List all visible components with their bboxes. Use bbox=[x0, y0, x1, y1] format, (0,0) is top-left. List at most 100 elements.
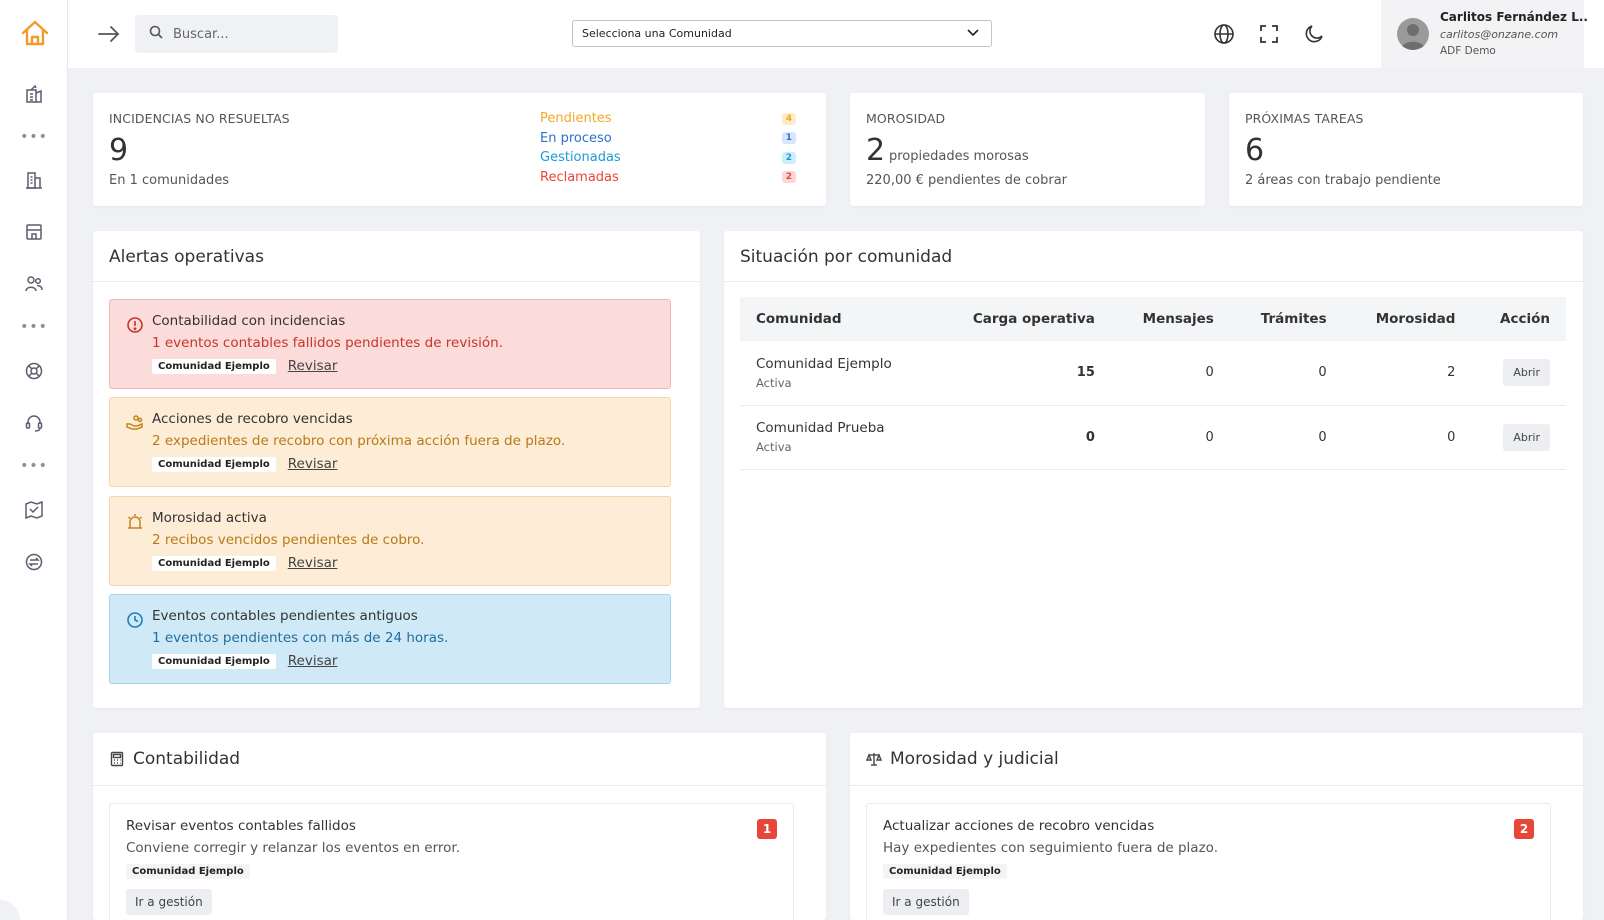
status-row-en-proceso[interactable]: En proceso 1 bbox=[540, 129, 796, 149]
user-org: ADF Demo bbox=[1440, 45, 1496, 57]
judicial-card: Morosidad y judicial Actualizar acciones… bbox=[850, 733, 1583, 920]
status-count-badge: 2 bbox=[781, 151, 796, 164]
user-menu[interactable]: Carlitos Fernández L.. carlitos@onzane.c… bbox=[1381, 0, 1588, 68]
divider bbox=[724, 281, 1583, 282]
status-count-badge: 4 bbox=[781, 112, 796, 125]
map-icon[interactable] bbox=[21, 497, 47, 523]
globe-icon[interactable] bbox=[1212, 22, 1236, 46]
kpi-label: INCIDENCIAS NO RESUELTAS bbox=[109, 111, 290, 126]
alert-title: Contabilidad con incidencias bbox=[152, 313, 346, 329]
community-tag: Comunidad Ejemplo bbox=[152, 456, 276, 472]
task-item: Actualizar acciones de recobro vencidas … bbox=[866, 803, 1551, 920]
review-link[interactable]: Revisar bbox=[288, 358, 338, 374]
task-description: Conviene corregir y relanzar los eventos… bbox=[126, 840, 461, 856]
building-icon[interactable] bbox=[21, 167, 47, 193]
column-header[interactable]: Trámites bbox=[1229, 297, 1343, 341]
action-cell: Abrir bbox=[1471, 405, 1566, 470]
chevron-down-icon bbox=[967, 27, 979, 40]
kpi-label: MOROSIDAD bbox=[866, 111, 946, 126]
alert-item: Eventos contables pendientes antiguos 1 … bbox=[109, 594, 671, 684]
community-name: Comunidad Ejemplo bbox=[756, 355, 892, 372]
column-header[interactable]: Carga operativa bbox=[933, 297, 1111, 341]
lifebuoy-icon[interactable] bbox=[21, 358, 47, 384]
clock-icon bbox=[126, 611, 144, 629]
store-icon[interactable] bbox=[21, 219, 47, 245]
community-select-value: Selecciona una Comunidad bbox=[582, 27, 732, 40]
topbar: Selecciona una Comunidad Carlitos Fernán… bbox=[68, 0, 1604, 68]
exchange-circle-icon[interactable] bbox=[21, 549, 47, 575]
alert-meta: Comunidad Ejemplo Revisar bbox=[152, 358, 337, 374]
section-title: Morosidad y judicial bbox=[890, 749, 1059, 769]
community-status-card: Situación por comunidad Comunidad Carga … bbox=[724, 231, 1583, 708]
community-tag: Comunidad Ejemplo bbox=[152, 653, 276, 669]
alert-item: Acciones de recobro vencidas 2 expedient… bbox=[109, 397, 671, 487]
alert-item: Contabilidad con incidencias 1 eventos c… bbox=[109, 299, 671, 389]
review-link[interactable]: Revisar bbox=[288, 456, 338, 472]
status-label: Gestionadas bbox=[540, 150, 621, 166]
alert-title: Eventos contables pendientes antiguos bbox=[152, 608, 418, 624]
community-table: Comunidad Carga operativa Mensajes Trámi… bbox=[740, 297, 1566, 470]
open-button[interactable]: Abrir bbox=[1503, 359, 1550, 387]
more-dots-icon: ••• bbox=[20, 129, 48, 145]
status-count-badge: 1 bbox=[781, 132, 796, 145]
task-title: Actualizar acciones de recobro vencidas bbox=[883, 818, 1155, 834]
review-link[interactable]: Revisar bbox=[288, 555, 338, 571]
hand-coins-icon bbox=[126, 414, 144, 432]
column-header[interactable]: Mensajes bbox=[1110, 297, 1230, 341]
card-title: Situación por comunidad bbox=[740, 247, 953, 267]
kpi-inline-text: propiedades morosas bbox=[889, 149, 1029, 164]
community-status: Activa bbox=[756, 440, 792, 454]
kpi-label: PRÓXIMAS TAREAS bbox=[1245, 111, 1364, 126]
status-row-pendientes[interactable]: Pendientes 4 bbox=[540, 109, 796, 129]
column-header[interactable]: Morosidad bbox=[1342, 297, 1472, 341]
kpi-sub: En 1 comunidades bbox=[109, 173, 230, 188]
community-cell: Comunidad Prueba Activa bbox=[740, 405, 934, 470]
community-cell: Comunidad Ejemplo Activa bbox=[740, 341, 934, 406]
status-row-reclamadas[interactable]: Reclamadas 2 bbox=[540, 168, 796, 188]
search-box[interactable] bbox=[135, 15, 338, 53]
alert-meta: Comunidad Ejemplo Revisar bbox=[152, 555, 337, 571]
kpi-tareas-card: PRÓXIMAS TAREAS 6 2 áreas con trabajo pe… bbox=[1229, 93, 1583, 206]
task-description: Hay expedientes con seguimiento fuera de… bbox=[883, 840, 1218, 856]
alert-title: Acciones de recobro vencidas bbox=[152, 411, 353, 427]
alert-meta: Comunidad Ejemplo Revisar bbox=[152, 653, 337, 669]
mensajes-cell: 0 bbox=[1110, 341, 1230, 406]
go-to-management-button[interactable]: Ir a gestión bbox=[883, 889, 969, 915]
carga-cell: 0 bbox=[933, 405, 1111, 470]
morosidad-cell: 2 bbox=[1342, 341, 1472, 406]
fullscreen-icon[interactable] bbox=[1257, 22, 1281, 46]
home-logo-icon[interactable] bbox=[20, 18, 50, 48]
open-button[interactable]: Abrir bbox=[1503, 423, 1550, 451]
search-input[interactable] bbox=[173, 26, 323, 42]
community-name: Comunidad Prueba bbox=[756, 420, 885, 436]
community-tag: Comunidad Ejemplo bbox=[152, 358, 276, 374]
alert-title: Morosidad activa bbox=[152, 510, 267, 526]
calculator-icon bbox=[109, 751, 125, 767]
tramites-cell: 0 bbox=[1229, 341, 1343, 406]
task-item: Revisar eventos contables fallidos Convi… bbox=[109, 803, 794, 920]
community-status: Activa bbox=[756, 375, 792, 390]
go-to-management-button[interactable]: Ir a gestión bbox=[126, 889, 212, 915]
column-header: Acción bbox=[1471, 297, 1566, 341]
review-link[interactable]: Revisar bbox=[288, 653, 338, 669]
community-tag: Comunidad Ejemplo bbox=[126, 864, 250, 879]
status-row-gestionadas[interactable]: Gestionadas 2 bbox=[540, 148, 796, 168]
divider bbox=[93, 785, 826, 786]
contabilidad-card: Contabilidad Revisar eventos contables f… bbox=[93, 733, 826, 920]
status-count-badge: 2 bbox=[781, 171, 796, 184]
table-row: Comunidad Ejemplo Activa 15 0 0 2 Abrir bbox=[740, 341, 1566, 406]
users-icon[interactable] bbox=[21, 271, 47, 297]
moon-icon[interactable] bbox=[1302, 22, 1326, 46]
user-name: Carlitos Fernández L.. bbox=[1440, 10, 1588, 24]
alarm-icon bbox=[126, 513, 144, 531]
section-title: Contabilidad bbox=[133, 749, 241, 769]
community-select[interactable]: Selecciona una Comunidad bbox=[572, 20, 992, 47]
alerts-card: Alertas operativas Contabilidad con inci… bbox=[93, 231, 700, 708]
alert-description: 1 eventos contables fallidos pendientes … bbox=[152, 335, 503, 351]
community-tag: Comunidad Ejemplo bbox=[883, 864, 1007, 879]
arrow-right-icon[interactable] bbox=[96, 22, 122, 46]
column-header[interactable]: Comunidad bbox=[740, 297, 934, 341]
headset-icon[interactable] bbox=[21, 410, 47, 436]
buildings-icon[interactable] bbox=[21, 81, 47, 107]
kpi-value: 6 bbox=[1245, 133, 1265, 168]
